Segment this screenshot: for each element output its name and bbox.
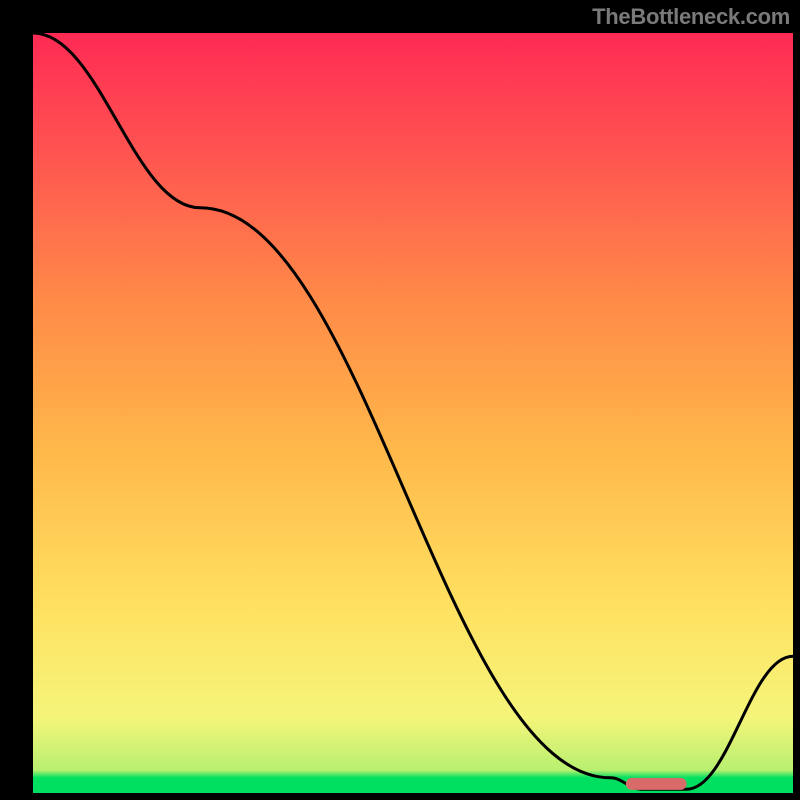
watermark-text: TheBottleneck.com <box>592 4 790 30</box>
bottleneck-chart: TheBottleneck.com <box>0 0 800 800</box>
chart-svg <box>0 0 800 800</box>
plot-area <box>33 33 793 793</box>
optimal-marker <box>626 778 687 790</box>
